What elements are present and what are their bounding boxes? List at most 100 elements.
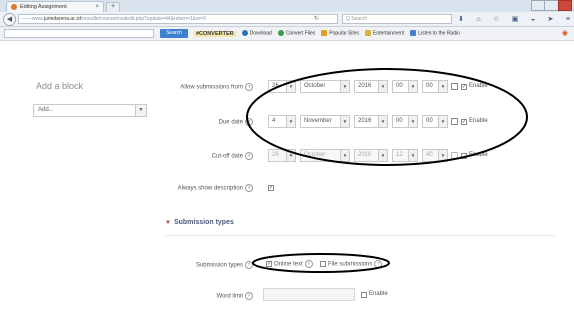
due-day-select[interactable]: 4 ▼ (268, 115, 296, 128)
cutoff-date-label-text: Cut-off date (211, 153, 243, 160)
online-text-checkbox[interactable]: ✓ (266, 261, 272, 267)
allow-year-select[interactable]: 2016 ▼ (354, 80, 388, 93)
cutoff-month-select[interactable]: October ▼ (300, 149, 350, 162)
due-date-label-text: Due date (218, 119, 243, 126)
convert-link-icon (277, 30, 284, 37)
address-bar[interactable]: ——www.juriedarena.ac.id/moodle/course/mo… (18, 14, 338, 24)
chevron-down-icon: ▼ (378, 81, 387, 92)
allow-minute-select[interactable]: 00 ▼ (422, 80, 448, 93)
calendar-icon[interactable] (451, 152, 458, 159)
help-icon[interactable]: ? (245, 83, 253, 91)
help-icon[interactable]: ? (245, 118, 253, 126)
add-block-select-value: Add... (38, 107, 54, 113)
toolbar-search-input[interactable] (4, 29, 154, 38)
pocket-icon[interactable]: ◒ (531, 16, 535, 23)
toolbar-links: #CONVERTER Download Convert Files Popula… (194, 28, 460, 39)
section-title: Submission types (173, 219, 234, 226)
due-minute-select[interactable]: 00 ▼ (422, 115, 448, 128)
allow-year-value: 2016 (358, 83, 372, 89)
entertainment-icon (365, 30, 372, 37)
chevron-down-icon: ▼ (340, 150, 349, 161)
help-icon[interactable]: ? (245, 152, 253, 160)
help-icon[interactable]: ? (245, 292, 253, 300)
word-limit-enable-checkbox[interactable] (361, 292, 367, 298)
toolbar-search-button[interactable]: Search (160, 29, 188, 38)
cutoff-year-select[interactable]: 2016 ▼ (354, 149, 388, 162)
chevron-down-icon: ▼ (135, 105, 146, 116)
toolbar-link-popular[interactable]: Popular Sites (321, 30, 359, 37)
due-year-select[interactable]: 2016 ▼ (354, 115, 388, 128)
bookmark-star-icon[interactable]: ☆ (493, 15, 499, 23)
calendar-icon[interactable] (451, 83, 458, 90)
add-block-title: Add a block (36, 81, 84, 91)
help-icon[interactable]: ? (304, 260, 313, 268)
download-link-icon (241, 30, 248, 37)
submission-types-label: Submission types? (128, 261, 253, 269)
chevron-down-icon: ▼ (340, 116, 349, 127)
cutoff-day-select[interactable]: 26 ▼ (268, 149, 296, 162)
chevron-down-icon: ▼ (408, 116, 417, 127)
cutoff-minute-select[interactable]: 40 ▼ (422, 149, 448, 162)
calendar-icon[interactable] (451, 118, 458, 125)
file-submissions-option: File submissions? (328, 260, 383, 268)
addon-icon[interactable]: ◉ (562, 29, 568, 37)
allow-minute-value: 00 (426, 83, 433, 89)
toolbar-link-entertainment[interactable]: Entertainment (365, 30, 405, 37)
allow-day-select[interactable]: 26 ▼ (268, 80, 296, 93)
back-button[interactable]: ◀ (3, 13, 16, 26)
due-month-select[interactable]: November ▼ (300, 115, 350, 128)
word-limit-enable-label: Enable (369, 291, 388, 297)
converter-brand[interactable]: #CONVERTER (194, 30, 236, 37)
cutoff-enable-checkbox[interactable] (461, 153, 467, 159)
word-limit-input[interactable] (263, 288, 355, 301)
due-enable-checkbox[interactable]: ✓ (461, 119, 467, 125)
cutoff-hour-select[interactable]: 12 ▼ (392, 149, 418, 162)
file-submissions-checkbox[interactable] (320, 261, 326, 267)
menu-icon[interactable]: ≡ (566, 16, 570, 23)
browser-tab[interactable]: Editing Assignment × (6, 1, 104, 12)
reload-icon[interactable]: ↻ (314, 15, 319, 22)
due-hour-value: 00 (396, 118, 403, 124)
help-icon[interactable]: ? (245, 261, 253, 269)
allow-submissions-label-text: Allow submissions from (180, 84, 243, 91)
due-month-value: November (304, 118, 332, 124)
chevron-down-icon: ▼ (408, 81, 417, 92)
close-window-button[interactable] (557, 0, 572, 11)
help-icon[interactable]: ? (374, 260, 383, 268)
chevron-down-icon: ▼ (340, 81, 349, 92)
due-hour-select[interactable]: 00 ▼ (392, 115, 418, 128)
chevron-down-icon: ▼ (438, 81, 447, 92)
always-show-description-checkbox[interactable]: ✓ (268, 185, 274, 191)
toolbar-link-download[interactable]: Download (241, 30, 272, 37)
toolbar-link-radio[interactable]: Listen to the Radio (410, 30, 460, 37)
chevron-down-icon: ▼ (286, 81, 295, 92)
toolbar-link-convert[interactable]: Convert Files (277, 30, 315, 37)
allow-month-value: October (304, 83, 326, 89)
maximize-button[interactable] (544, 0, 559, 11)
send-icon[interactable]: ➤ (548, 15, 554, 23)
allow-day-value: 26 (272, 83, 279, 89)
allow-hour-value: 00 (396, 83, 403, 89)
tab-close-icon[interactable]: × (95, 4, 99, 10)
chevron-down-icon: ▼ (438, 116, 447, 127)
allow-enable-checkbox[interactable]: ✓ (461, 84, 467, 90)
toolbar-link-label: Listen to the Radio (418, 30, 460, 37)
download-icon[interactable]: ⬇ (458, 15, 464, 23)
due-year-value: 2016 (358, 118, 372, 124)
url-prefix: ——www. (22, 16, 44, 22)
submission-types-section-header[interactable]: ▼ Submission types (165, 219, 234, 226)
allow-hour-select[interactable]: 00 ▼ (392, 80, 418, 93)
due-enable-label: Enable (469, 118, 488, 124)
browser-nav-icons: ⬇ ⌂ ☆ ▣ ◒ ➤ ≡ (458, 14, 570, 24)
help-icon[interactable]: ? (245, 184, 253, 192)
always-show-description-label: Always show description? (128, 184, 253, 192)
chevron-down-icon: ▼ (286, 116, 295, 127)
allow-month-select[interactable]: October ▼ (300, 80, 350, 93)
moodle-favicon-icon (11, 4, 17, 10)
browser-search-input[interactable]: Q Search (342, 14, 452, 24)
bookmarks-icon[interactable]: ▣ (512, 15, 519, 23)
add-block-select[interactable]: Add... ▼ (33, 104, 147, 117)
toolbar-link-label: Entertainment (373, 30, 405, 37)
home-icon[interactable]: ⌂ (476, 16, 480, 23)
minimize-button[interactable] (531, 0, 546, 11)
